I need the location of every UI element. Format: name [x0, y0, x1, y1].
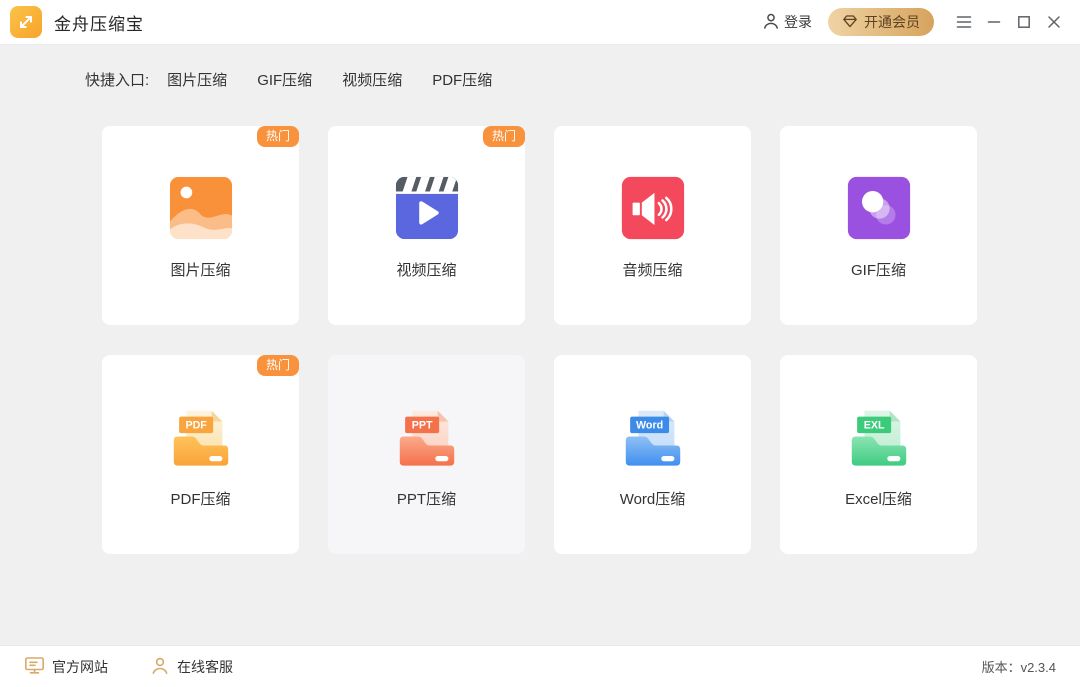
online-support-label: 在线客服	[177, 657, 233, 677]
card-label: PDF压缩	[170, 488, 230, 509]
hot-badge: 热门	[257, 126, 299, 147]
main-area: 快捷入口: 图片压缩 GIF压缩 视频压缩 PDF压缩 热门	[0, 45, 1080, 645]
login-button[interactable]: 登录	[762, 12, 812, 33]
svg-text:Word: Word	[636, 420, 663, 432]
audio-compress-icon	[618, 173, 688, 243]
word-compress-icon: Word	[618, 402, 688, 472]
card-label: 图片压缩	[170, 259, 230, 280]
card-gif-compress[interactable]: GIF压缩	[780, 126, 977, 325]
card-label: Excel压缩	[845, 488, 912, 509]
image-compress-icon	[166, 173, 236, 243]
card-label: 音频压缩	[622, 259, 682, 280]
app-window: 金舟压缩宝 登录 开通会员	[0, 0, 1080, 687]
official-website-label: 官方网站	[52, 657, 108, 677]
ppt-compress-icon: PPT	[392, 402, 462, 472]
support-person-icon	[150, 656, 170, 678]
quick-entry-row: 快捷入口: 图片压缩 GIF压缩 视频压缩 PDF压缩	[85, 69, 1080, 90]
card-label: 视频压缩	[396, 259, 456, 280]
diamond-icon	[842, 13, 858, 32]
quick-link-image-compress[interactable]: 图片压缩	[167, 69, 227, 90]
card-label: GIF压缩	[851, 259, 906, 280]
vip-label: 开通会员	[864, 12, 920, 32]
card-label: PPT压缩	[397, 488, 456, 509]
feature-grid: 热门 图片压缩 热门	[102, 126, 1080, 554]
version-label: 版本：v2.3.4	[982, 657, 1056, 676]
card-word-compress[interactable]: Word Word压缩	[554, 355, 751, 554]
hot-badge: 热门	[483, 126, 525, 147]
minimize-button[interactable]	[980, 8, 1008, 36]
monitor-icon	[24, 656, 45, 678]
card-video-compress[interactable]: 热门	[328, 126, 525, 325]
quick-entry-label: 快捷入口:	[85, 69, 149, 90]
menu-button[interactable]	[950, 8, 978, 36]
video-compress-icon	[392, 173, 462, 243]
svg-text:PPT: PPT	[411, 420, 432, 432]
excel-compress-icon: EXL	[844, 402, 914, 472]
maximize-button[interactable]	[1010, 8, 1038, 36]
card-pdf-compress[interactable]: 热门 PDF PDF压缩	[102, 355, 299, 554]
quick-link-video-compress[interactable]: 视频压缩	[342, 69, 402, 90]
official-website-link[interactable]: 官方网站	[24, 656, 108, 678]
quick-link-gif-compress[interactable]: GIF压缩	[257, 69, 312, 90]
footer-bar: 官方网站 在线客服 版本：v2.3.4	[0, 645, 1080, 687]
gif-compress-icon	[844, 173, 914, 243]
card-ppt-compress[interactable]: PPT PPT压缩	[328, 355, 525, 554]
close-button[interactable]	[1040, 8, 1068, 36]
app-title: 金舟压缩宝	[54, 10, 144, 35]
svg-text:EXL: EXL	[863, 420, 884, 432]
hot-badge: 热门	[257, 355, 299, 376]
svg-text:PDF: PDF	[185, 420, 207, 432]
app-logo-icon	[10, 6, 42, 38]
login-label: 登录	[784, 12, 812, 32]
card-image-compress[interactable]: 热门 图片压缩	[102, 126, 299, 325]
vip-membership-button[interactable]: 开通会员	[828, 8, 934, 36]
card-audio-compress[interactable]: 音频压缩	[554, 126, 751, 325]
quick-link-pdf-compress[interactable]: PDF压缩	[432, 69, 492, 90]
titlebar: 金舟压缩宝 登录 开通会员	[0, 0, 1080, 45]
card-label: Word压缩	[620, 488, 686, 509]
pdf-compress-icon: PDF	[166, 402, 236, 472]
card-excel-compress[interactable]: EXL Excel压缩	[780, 355, 977, 554]
user-icon	[762, 12, 780, 33]
online-support-link[interactable]: 在线客服	[150, 656, 233, 678]
